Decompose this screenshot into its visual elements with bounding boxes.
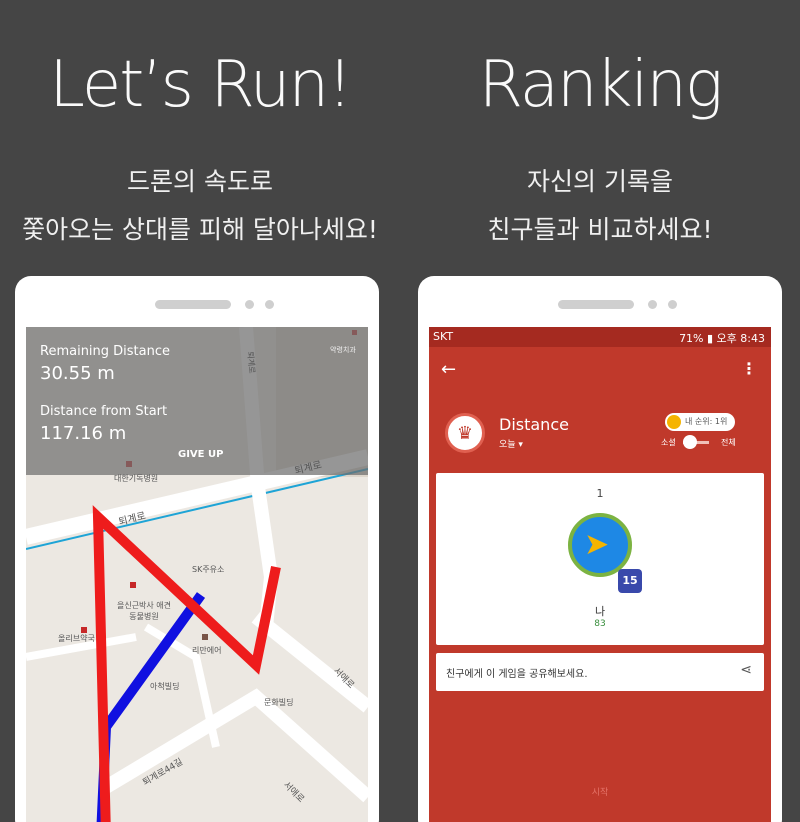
my-rank-text: 내 순위: 1위	[685, 417, 728, 426]
from-start-label: Distance from Start	[40, 404, 168, 419]
back-arrow-icon[interactable]: ←	[441, 359, 456, 380]
speaker	[155, 300, 231, 309]
more-menu-icon[interactable]: ⋮	[741, 359, 757, 378]
ranking-subtitle-1: 자신의 기록을	[527, 167, 673, 196]
leaderboard-title: Distance	[499, 415, 569, 434]
map-label: 올리브약국	[58, 634, 95, 643]
paper-plane-icon: ➤	[584, 527, 610, 562]
map-screen[interactable]: Remaining Distance 30.55 m Distance from…	[26, 327, 368, 822]
leaderboard-card: 1 ➤ 15 나 83	[436, 473, 764, 645]
plane-icon	[667, 415, 681, 429]
remaining-label: Remaining Distance	[40, 344, 171, 359]
sensor-dot	[245, 300, 254, 309]
status-bar: SKT 71% ▮ 오후 8:43	[429, 327, 771, 347]
player-avatar[interactable]: ➤	[568, 513, 632, 577]
give-up-button[interactable]: GIVE UP	[178, 449, 223, 460]
map-label: 약령치과	[330, 346, 356, 354]
ranking-screen: SKT 71% ▮ 오후 8:43 ← ⋮ ♛ Distance 오늘 ▾ 내 …	[429, 327, 771, 822]
distance-panel: Remaining Distance 30.55 m Distance from…	[26, 327, 368, 475]
player-name: 나	[594, 605, 606, 618]
level-badge: 15	[618, 569, 642, 593]
map-label: SK주유소	[192, 565, 225, 574]
map-label: 대한기독병원	[114, 474, 159, 483]
remaining-value: 30.55 m	[40, 363, 115, 384]
scope-toggle-knob[interactable]	[683, 435, 697, 449]
run-subtitle-2: 쫓아오는 상대를 피해 달아나세요!	[22, 215, 378, 244]
camera-dot	[265, 300, 274, 309]
app-bar: ← ⋮	[429, 347, 771, 393]
map-label: 을신근박사 애견동물병원	[116, 601, 172, 621]
ranking-subtitle-2: 친구들과 비교하세요!	[487, 215, 713, 244]
left-phone: Remaining Distance 30.55 m Distance from…	[15, 276, 379, 822]
period-dropdown[interactable]: 오늘 ▾	[499, 437, 523, 450]
share-text: 친구에게 이 게임을 공유해보세요.	[446, 669, 588, 680]
run-subtitle-1: 드론의 속도로	[127, 167, 273, 196]
all-label: 전체	[721, 438, 736, 447]
status-right: 71% ▮ 오후 8:43	[679, 332, 765, 345]
share-card[interactable]: 친구에게 이 게임을 공유해보세요. ⋖	[436, 653, 764, 691]
map-label: 문화빌딩	[264, 698, 294, 707]
crown-icon: ♛	[445, 413, 485, 453]
sensor-dot	[648, 300, 657, 309]
my-rank-badge: 내 순위: 1위	[665, 413, 736, 431]
carrier-label: SKT	[433, 330, 454, 343]
map-label: 퇴계로	[245, 351, 257, 374]
map-label: 리만에어	[192, 646, 222, 655]
ranking-headline: Ranking	[478, 48, 724, 122]
speaker	[558, 300, 634, 309]
camera-dot	[668, 300, 677, 309]
from-start-value: 117.16 m	[40, 423, 127, 444]
run-headline: Let’s Run!	[49, 48, 352, 122]
start-button[interactable]: 시작	[429, 785, 771, 798]
right-phone: SKT 71% ▮ 오후 8:43 ← ⋮ ♛ Distance 오늘 ▾ 내 …	[418, 276, 782, 822]
map-label: 아척빌딩	[150, 682, 180, 691]
player-score: 83	[594, 619, 606, 629]
social-label: 소셜	[661, 438, 676, 447]
share-icon[interactable]: ⋖	[740, 662, 752, 678]
rank-number: 1	[596, 487, 604, 500]
